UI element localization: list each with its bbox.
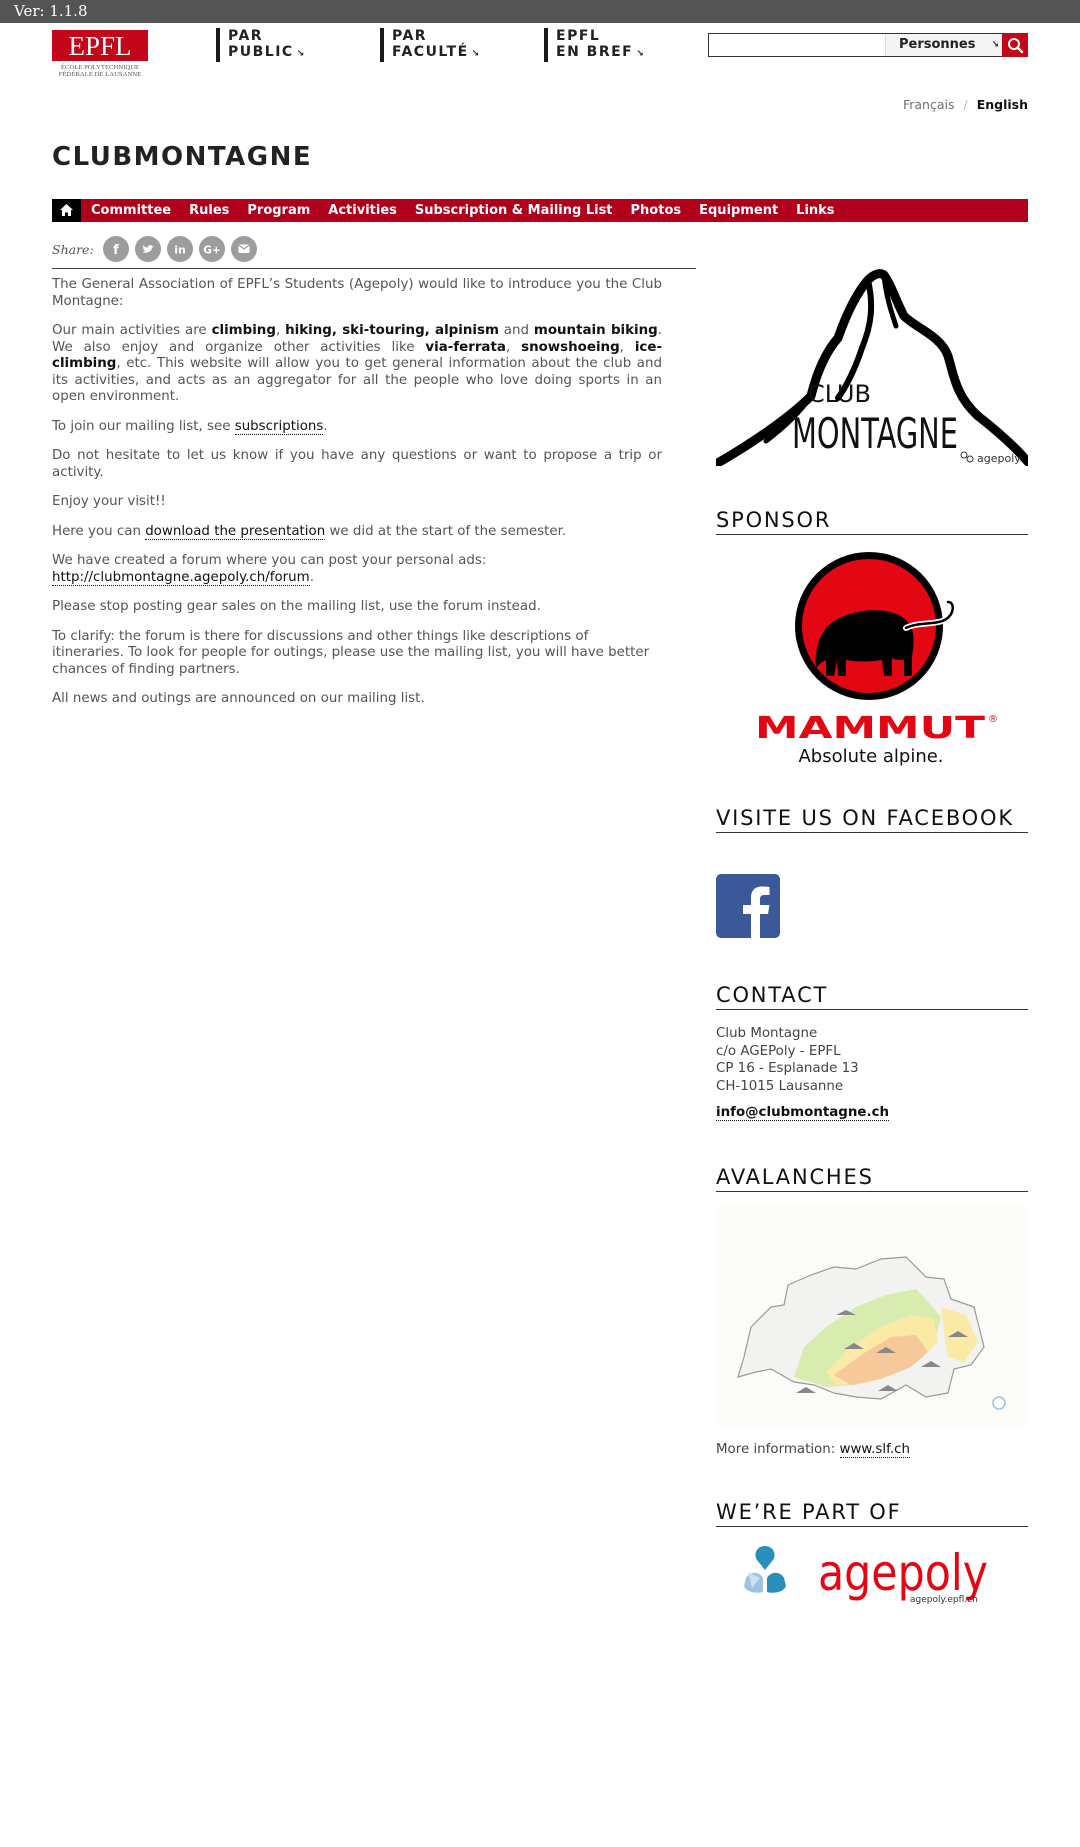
home-button[interactable] [52, 199, 81, 222]
language-switcher: Français / English [880, 97, 1028, 112]
facebook-heading: VISITE US ON FACEBOOK [716, 805, 1028, 833]
facebook-icon[interactable]: f [103, 236, 129, 262]
nav-epfl-en-bref-line1: EPFL [556, 28, 601, 44]
forum-paragraph: We have created a forum where you can po… [52, 553, 487, 586]
search-box: Personnes ↘ [708, 33, 1007, 57]
avalanches-heading: AVALANCHES [716, 1164, 1028, 1192]
search-scope-select[interactable]: Personnes ↘ [885, 34, 1007, 56]
facebook-page-icon[interactable] [716, 874, 780, 938]
search-scope-value: Personnes [899, 37, 976, 52]
avalanche-map[interactable] [716, 1207, 1028, 1425]
svg-text:agepoly.epfl.ch: agepoly.epfl.ch [910, 1595, 978, 1605]
svg-text:in: in [174, 244, 186, 257]
menu-item-subscription[interactable]: Subscription & Mailing List [406, 199, 622, 222]
linkedin-icon[interactable]: in [167, 236, 193, 262]
menu-item-equipment[interactable]: Equipment [690, 199, 787, 222]
share-label: Share: [52, 242, 94, 257]
gear-sales-paragraph: Please stop posting gear sales on the ma… [52, 599, 541, 614]
menu-item-activities[interactable]: Activities [319, 199, 406, 222]
svg-text:agepoly: agepoly [977, 452, 1021, 465]
clarify-paragraph: To clarify: the forum is there for discu… [52, 628, 650, 677]
email-icon[interactable] [231, 236, 257, 262]
main-menu: Committee Rules Program Activities Subsc… [52, 199, 1028, 222]
svg-text:MONTAGNE: MONTAGNE [792, 409, 958, 458]
nav-par-public-line2: PUBLIC [228, 44, 294, 60]
svg-text:®: ® [988, 714, 998, 725]
contact-line: CP 16 - Esplanade 13 [716, 1061, 859, 1076]
svg-text:Absolute alpine.: Absolute alpine. [798, 746, 943, 767]
home-icon [60, 204, 73, 216]
nav-epfl-en-bref-line2: EN BREF [556, 44, 634, 60]
enjoy-paragraph: Enjoy your visit!! [52, 494, 166, 509]
menu-item-photos[interactable]: Photos [622, 199, 691, 222]
svg-text:EPFL: EPFL [68, 31, 131, 61]
arrow-down-right-icon: ↘ [636, 49, 646, 59]
contact-heading: CONTACT [716, 982, 1028, 1010]
main-content: The General Association of EPFL’s Studen… [52, 277, 662, 721]
agepoly-logo[interactable]: agepoly agepoly.epfl.ch [716, 1540, 1028, 1610]
svg-text:CLUB: CLUB [808, 380, 871, 408]
twitter-icon[interactable] [135, 236, 161, 262]
more-info: More information: www.slf.ch [716, 1442, 910, 1458]
search-icon [1008, 38, 1024, 54]
mailing-list-paragraph: To join our mailing list, see subscripti… [52, 418, 328, 435]
version-label: Ver: 1.1.8 [14, 2, 88, 20]
intro-paragraph: The General Association of EPFL’s Studen… [52, 277, 662, 309]
share-bar: Share: f in G+ [52, 236, 696, 269]
menu-items: Committee Rules Program Activities Subsc… [81, 199, 844, 222]
mammut-logo[interactable]: MAMMUT ® Absolute alpine. [716, 548, 1028, 768]
site-title[interactable]: CLUBMONTAGNE [52, 142, 312, 172]
presentation-paragraph: Here you can download the presentation w… [52, 523, 567, 540]
svg-text:agepoly: agepoly [818, 1544, 988, 1602]
lang-separator: / [963, 97, 968, 112]
svg-text:G+: G+ [203, 245, 220, 257]
forum-link[interactable]: http://clubmontagne.agepoly.ch/forum [52, 569, 310, 586]
svg-text:f: f [113, 243, 119, 258]
epfl-logo[interactable]: EPFL ÉCOLE POLYTECHNIQUE FÉDÉRALE DE LAU… [52, 30, 148, 78]
sponsor-heading: SPONSOR [716, 507, 1028, 535]
menu-item-program[interactable]: Program [238, 199, 319, 222]
google-plus-icon[interactable]: G+ [199, 236, 225, 262]
svg-text:ÉCOLE POLYTECHNIQUE: ÉCOLE POLYTECHNIQUE [61, 63, 139, 71]
menu-item-rules[interactable]: Rules [180, 199, 238, 222]
contact-email-link[interactable]: info@clubmontagne.ch [716, 1105, 890, 1121]
download-presentation-link[interactable]: download the presentation [145, 523, 326, 540]
menu-item-committee[interactable]: Committee [81, 199, 180, 222]
subscriptions-link[interactable]: subscriptions [234, 418, 324, 435]
svg-text:FÉDÉRALE DE LAUSANNE: FÉDÉRALE DE LAUSANNE [59, 70, 141, 78]
lang-francais[interactable]: Français [903, 97, 955, 112]
contact-line: c/o AGEPoly - EPFL [716, 1043, 841, 1059]
nav-par-faculte[interactable]: PAR FACULTÉ ↘ [380, 28, 481, 62]
search-button[interactable] [1002, 33, 1028, 57]
activities-paragraph: Our main activities are climbing, hiking… [52, 323, 663, 404]
nav-par-public-line1: PAR [228, 28, 264, 44]
slf-link[interactable]: www.slf.ch [839, 1442, 910, 1458]
news-paragraph: All news and outings are announced on ou… [52, 691, 425, 706]
contact-address: Club Montagne c/o AGEPoly - EPFL CP 16 -… [716, 1025, 859, 1095]
part-of-heading: WE’RE PART OF [716, 1499, 1028, 1527]
arrow-down-right-icon: ↘ [471, 49, 481, 59]
questions-paragraph: Do not hesitate to let us know if you ha… [52, 448, 662, 480]
contact-line: CH-1015 Lausanne [716, 1078, 844, 1094]
svg-text:MAMMUT: MAMMUT [755, 711, 986, 746]
menu-item-links[interactable]: Links [787, 199, 843, 222]
lang-english[interactable]: English [977, 97, 1028, 112]
club-montagne-logo: CLUB MONTAGNE agepoly [711, 266, 1033, 469]
arrow-down-right-icon: ↘ [991, 40, 999, 50]
arrow-down-right-icon: ↘ [296, 49, 306, 59]
more-info-text: More information: [716, 1442, 840, 1457]
nav-par-public[interactable]: PAR PUBLIC ↘ [216, 28, 306, 62]
version-bar: Ver: 1.1.8 [0, 0, 1080, 23]
contact-line: Club Montagne [716, 1026, 818, 1041]
nav-par-faculte-line1: PAR [392, 28, 428, 44]
nav-par-faculte-line2: FACULTÉ [392, 44, 469, 60]
nav-epfl-en-bref[interactable]: EPFL EN BREF ↘ [544, 28, 645, 62]
search-input[interactable] [711, 35, 887, 55]
